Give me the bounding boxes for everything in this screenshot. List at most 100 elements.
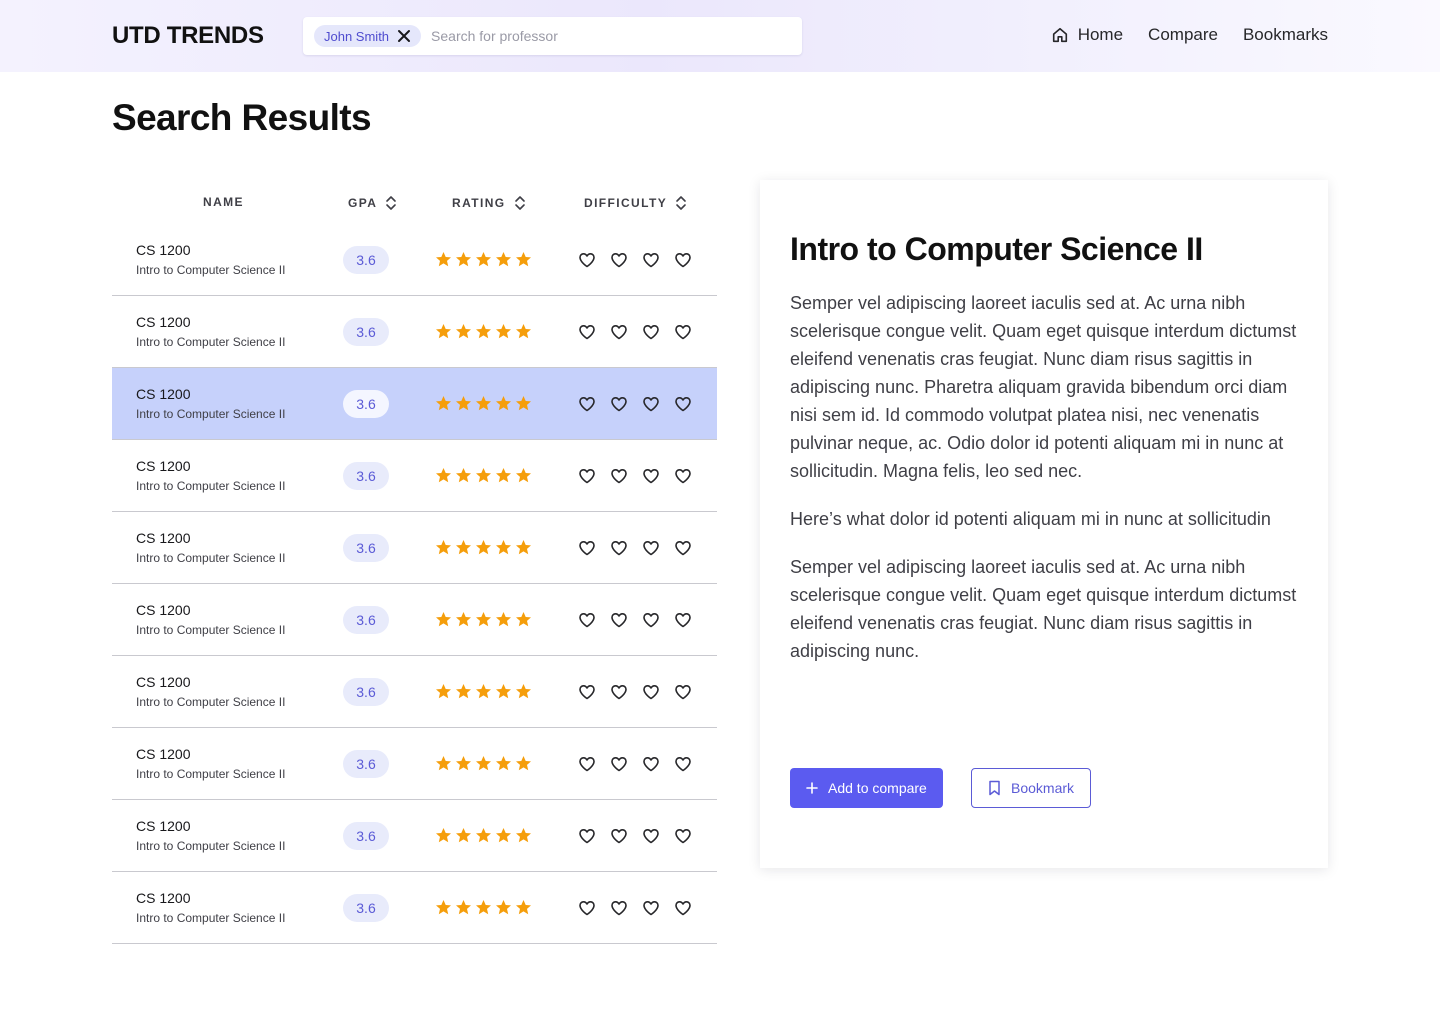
star-icon	[516, 756, 531, 771]
rating-stars	[435, 683, 535, 700]
star-icon	[476, 324, 491, 339]
star-icon	[476, 828, 491, 843]
star-icon	[496, 468, 511, 483]
table-row[interactable]: CS 1200 Intro to Computer Science II 3.6	[112, 728, 717, 800]
column-header-rating[interactable]: RATING	[452, 195, 526, 211]
star-icon	[476, 252, 491, 267]
gpa-badge: 3.6	[343, 534, 389, 562]
heart-icon	[579, 829, 595, 844]
table-row[interactable]: CS 1200 Intro to Computer Science II 3.6	[112, 872, 717, 944]
nav-home[interactable]: Home	[1051, 25, 1123, 45]
course-code: CS 1200	[136, 386, 191, 402]
table-row[interactable]: CS 1200 Intro to Computer Science II 3.6	[112, 800, 717, 872]
gpa-badge: 3.6	[343, 894, 389, 922]
star-icon	[476, 612, 491, 627]
course-name: Intro to Computer Science II	[136, 335, 286, 349]
close-icon[interactable]	[397, 29, 411, 43]
rating-stars	[435, 827, 535, 844]
course-name: Intro to Computer Science II	[136, 695, 286, 709]
star-icon	[516, 828, 531, 843]
rating-stars	[435, 755, 535, 772]
column-header-gpa[interactable]: GPA	[348, 195, 397, 211]
difficulty-hearts	[578, 683, 706, 701]
star-icon	[496, 396, 511, 411]
course-name: Intro to Computer Science II	[136, 839, 286, 853]
table-body: CS 1200 Intro to Computer Science II 3.6 CS…	[112, 224, 717, 944]
star-icon	[496, 684, 511, 699]
detail-paragraph: Semper vel adipiscing laoreet iaculis se…	[790, 293, 1297, 481]
heart-icon	[611, 901, 627, 916]
star-icon	[496, 252, 511, 267]
heart-icon	[611, 757, 627, 772]
course-code: CS 1200	[136, 530, 191, 546]
table-header: NAME GPA RATING DIFFICULTY	[112, 180, 717, 224]
sort-icon[interactable]	[514, 195, 526, 211]
table-row[interactable]: CS 1200 Intro to Computer Science II 3.6	[112, 584, 717, 656]
heart-icon	[643, 901, 659, 916]
bookmark-icon	[989, 780, 1000, 796]
table-row[interactable]: CS 1200 Intro to Computer Science II 3.6	[112, 656, 717, 728]
add-to-compare-label: Add to compare	[828, 780, 927, 796]
heart-icon	[643, 613, 659, 628]
heart-icon	[643, 325, 659, 340]
heart-icon	[675, 469, 691, 484]
course-code: CS 1200	[136, 458, 191, 474]
plus-icon	[806, 782, 818, 794]
star-icon	[476, 900, 491, 915]
heart-icon	[675, 757, 691, 772]
search-input[interactable]	[431, 28, 772, 44]
star-icon	[436, 324, 451, 339]
course-code: CS 1200	[136, 818, 191, 834]
course-code: CS 1200	[136, 890, 191, 906]
logo[interactable]: UTD TRENDS	[112, 22, 264, 50]
star-icon	[436, 468, 451, 483]
difficulty-hearts	[578, 899, 706, 917]
add-to-compare-button[interactable]: Add to compare	[790, 768, 943, 808]
nav-bookmarks[interactable]: Bookmarks	[1243, 25, 1328, 45]
star-icon	[456, 468, 471, 483]
table-row[interactable]: CS 1200 Intro to Computer Science II 3.6	[112, 440, 717, 512]
rating-stars	[435, 251, 535, 268]
filter-chip[interactable]: John Smith	[314, 25, 422, 47]
course-detail-panel: Intro to Computer Science II Semper vel …	[760, 180, 1328, 868]
table-row[interactable]: CS 1200 Intro to Computer Science II 3.6	[112, 224, 717, 296]
gpa-badge: 3.6	[343, 318, 389, 346]
star-icon	[456, 324, 471, 339]
course-name: Intro to Computer Science II	[136, 263, 286, 277]
column-header-label: NAME	[203, 195, 244, 209]
star-icon	[476, 540, 491, 555]
column-header-label: RATING	[452, 196, 506, 210]
star-icon	[436, 900, 451, 915]
star-icon	[436, 612, 451, 627]
table-row[interactable]: CS 1200 Intro to Computer Science II 3.6	[112, 368, 717, 440]
detail-paragraph: Semper vel adipiscing laoreet iaculis se…	[790, 557, 1297, 661]
sort-icon[interactable]	[385, 195, 397, 211]
difficulty-hearts	[578, 467, 706, 485]
bookmark-label: Bookmark	[1011, 780, 1075, 796]
course-code: CS 1200	[136, 674, 191, 690]
star-icon	[496, 324, 511, 339]
heart-icon	[675, 613, 691, 628]
sort-icon[interactable]	[675, 195, 687, 211]
star-icon	[436, 396, 451, 411]
heart-icon	[675, 901, 691, 916]
star-icon	[456, 828, 471, 843]
star-icon	[476, 684, 491, 699]
table-row[interactable]: CS 1200 Intro to Computer Science II 3.6	[112, 296, 717, 368]
search-bar[interactable]: John Smith	[303, 17, 802, 55]
column-header-difficulty[interactable]: DIFFICULTY	[584, 195, 687, 211]
heart-icon	[643, 397, 659, 412]
nav-bookmarks-label: Bookmarks	[1242, 25, 1328, 44]
heart-icon	[579, 397, 595, 412]
difficulty-hearts	[578, 323, 706, 341]
results-table: NAME GPA RATING DIFFICULTY CS 1200 Intro …	[112, 180, 717, 944]
table-row[interactable]: CS 1200 Intro to Computer Science II 3.6	[112, 512, 717, 584]
heart-icon	[579, 613, 595, 628]
rating-stars	[435, 899, 535, 916]
course-name: Intro to Computer Science II	[136, 911, 286, 925]
gpa-badge: 3.6	[343, 678, 389, 706]
bookmark-button[interactable]: Bookmark	[971, 768, 1092, 808]
detail-paragraph: Here’s what dolor id potenti aliquam mi …	[790, 509, 1271, 529]
nav-compare[interactable]: Compare	[1148, 25, 1218, 45]
heart-icon	[675, 685, 691, 700]
